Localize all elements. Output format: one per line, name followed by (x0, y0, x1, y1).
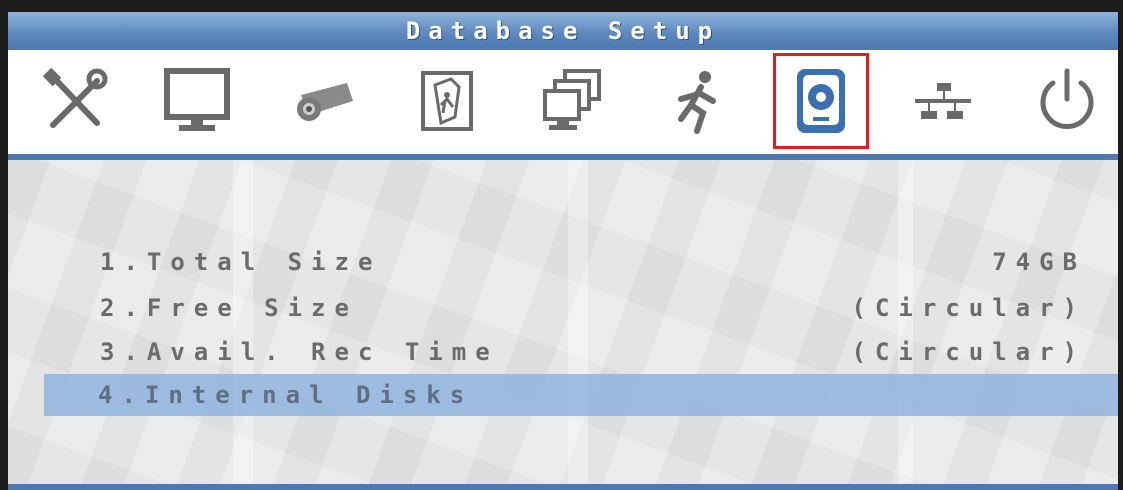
monitor-icon (164, 68, 230, 131)
tab-multiview[interactable] (534, 62, 612, 140)
motion-icon (678, 71, 716, 134)
tab-motion[interactable] (658, 62, 736, 140)
dvr-setup-screen: Database Setup 1.Total Size 74GB 2.Free … (8, 12, 1118, 490)
menu-item-label: 4.Internal Disks (98, 381, 474, 409)
tab-camera[interactable] (284, 62, 362, 140)
menu-item-free-size[interactable]: 2.Free Size (Circular) (46, 290, 1086, 326)
page-title: Database Setup (405, 17, 721, 45)
menu-item-value: 74GB (992, 248, 1086, 276)
tab-display[interactable] (158, 62, 236, 140)
menu-item-value: (Circular) (851, 338, 1086, 366)
menu-item-value: (Circular) (851, 294, 1086, 322)
event-icon (421, 71, 473, 131)
tools-icon (42, 67, 108, 128)
tab-network[interactable] (904, 62, 982, 140)
power-icon (1040, 68, 1094, 129)
tab-power[interactable] (1028, 62, 1106, 140)
menu-item-label: 3.Avail. Rec Time (100, 338, 499, 366)
menu-item-label: 2.Free Size (100, 294, 358, 322)
bottom-bar (8, 484, 1118, 490)
screen-frame: Database Setup 1.Total Size 74GB 2.Free … (0, 0, 1123, 490)
tab-event[interactable] (408, 62, 486, 140)
tab-database[interactable] (773, 53, 869, 149)
menu-item-label: 1.Total Size (100, 248, 382, 276)
setup-toolbar (8, 50, 1118, 154)
tab-tools[interactable] (36, 62, 114, 140)
network-icon (915, 83, 971, 119)
database-icon (797, 69, 845, 133)
settings-panel: 1.Total Size 74GB 2.Free Size (Circular)… (8, 160, 1118, 490)
camera-icon (297, 83, 353, 121)
menu-item-internal-disks[interactable]: 4.Internal Disks (44, 374, 1118, 416)
title-bar: Database Setup (8, 12, 1118, 50)
windows-icon (543, 69, 601, 130)
menu-item-avail-rec-time[interactable]: 3.Avail. Rec Time (Circular) (46, 334, 1086, 370)
menu-item-total-size[interactable]: 1.Total Size 74GB (46, 244, 1086, 280)
